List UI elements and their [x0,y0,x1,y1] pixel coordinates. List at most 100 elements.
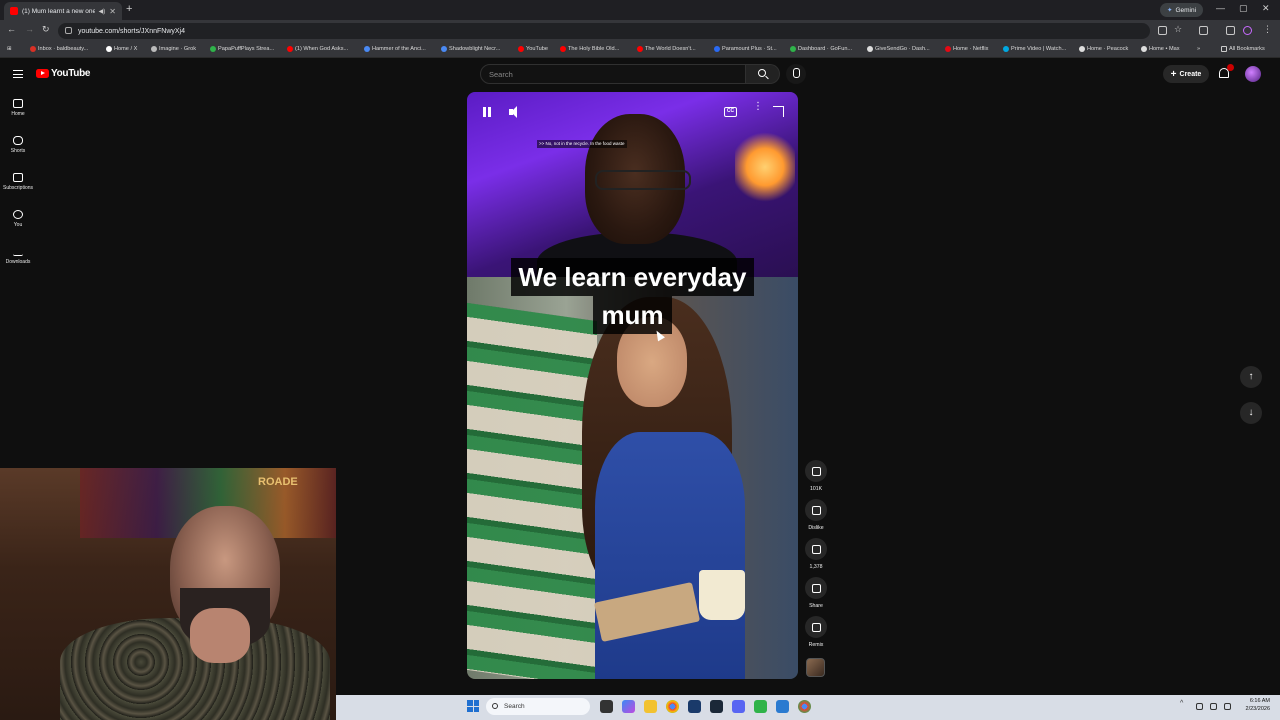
avatar[interactable] [1245,66,1261,82]
bookmark-item[interactable]: Paramount Plus · St... [714,46,777,52]
comment-icon [805,538,827,560]
install-app-icon[interactable] [1158,26,1167,35]
taskbar-search-icon [492,703,498,709]
app-icon[interactable] [688,700,701,713]
discord-icon[interactable] [732,700,745,713]
bookmark-item[interactable]: The Holy Bible Old... [560,46,619,52]
more-options-icon[interactable]: ⋮ [753,102,763,119]
dislike-label: Dislike [808,525,824,531]
search-button[interactable] [746,64,780,84]
bookmark-item[interactable]: PapaPuffPlays Strea... [210,46,274,52]
forward-icon[interactable]: → [25,24,34,34]
bookmark-item[interactable]: Imagine · Grok [151,46,196,52]
next-short-button[interactable]: ↓ [1240,402,1262,424]
window-close-icon[interactable]: ✕ [1262,3,1270,14]
all-bookmarks-button[interactable]: All Bookmarks [1221,46,1265,52]
like-button[interactable]: 101K [803,460,829,492]
previous-short-button[interactable]: ↑ [1240,366,1262,388]
guide-label: Shorts [10,148,26,154]
guide-item-you[interactable]: You [0,210,36,228]
bookmark-item[interactable]: The World Doesn't... [637,46,696,52]
search-input[interactable]: Search [480,64,746,84]
tab-close-icon[interactable]: ✕ [109,7,116,16]
gemini-button[interactable]: ✦ Gemini [1160,3,1204,17]
copilot-icon[interactable] [622,700,635,713]
browser-tab-active[interactable]: (1) Mum learnt a new one ◀) ✕ [4,2,122,20]
address-bar[interactable]: youtube.com/shorts/JXnnFNwyXj4 [58,23,1150,39]
apps-grid-icon[interactable]: ⊞ [7,46,12,52]
profile-icon[interactable] [1243,26,1252,35]
captions-button[interactable]: CC [724,107,737,117]
bookmark-item[interactable]: Home • Max [1141,46,1180,52]
dislike-button[interactable]: Dislike [803,499,829,531]
microphone-tray-icon[interactable] [1196,703,1203,710]
side-panel-icon[interactable] [1199,26,1208,35]
hamburger-menu-icon[interactable] [13,70,23,78]
bookmark-item[interactable]: Home · Peacock [1079,46,1128,52]
new-tab-button[interactable]: + [126,3,132,15]
bookmark-item[interactable]: GiveSendGo · Dash... [867,46,930,52]
windows-start-icon[interactable] [467,700,479,712]
video-lamp [735,132,795,202]
back-icon[interactable]: ← [7,24,16,34]
minimize-icon[interactable]: — [1216,3,1225,13]
app-icon[interactable] [776,700,789,713]
fullscreen-icon[interactable] [773,106,784,117]
volume-icon[interactable] [507,105,521,119]
reload-icon[interactable]: ↻ [42,24,50,35]
tray-overflow-icon[interactable]: ^ [1180,700,1183,707]
volume-tray-icon[interactable] [1224,703,1231,710]
caption-line-1: We learn everyday [510,258,755,296]
plus-icon: + [1170,68,1177,80]
chrome-icon[interactable] [666,700,679,713]
download-icon [13,247,23,256]
wifi-icon[interactable] [1210,703,1217,710]
notification-badge [1227,64,1234,71]
site-info-icon[interactable] [65,27,72,34]
channel-avatar[interactable] [806,658,825,677]
bookmark-item[interactable]: Hammer of the Anci... [364,46,426,52]
menu-kebab-icon[interactable]: ⋮ [1263,24,1272,35]
bookmarks-bar: ⊞ Inbox · baldbeauty... Home / X Imagine… [0,42,1280,58]
share-button[interactable]: Share [803,577,829,609]
video-store-shelves [467,302,597,679]
guide-item-downloads[interactable]: Downloads [0,247,36,265]
bookmark-item[interactable]: Home / X [106,46,137,52]
bookmark-item[interactable]: Prime Video | Watch... [1003,46,1066,52]
guide-item-subscriptions[interactable]: Subscriptions [0,173,36,191]
file-explorer-icon[interactable] [644,700,657,713]
bookmark-item[interactable]: Home · Netflix [945,46,988,52]
steam-icon[interactable] [710,700,723,713]
taskbar-clock[interactable]: 6:16 AM 2/23/2026 [1240,697,1270,713]
remix-button[interactable]: Remix [803,616,829,648]
like-icon [805,460,827,482]
extensions-icon[interactable] [1226,26,1235,35]
bookmark-item[interactable]: Inbox · baldbeauty... [30,46,88,52]
guide-item-home[interactable]: Home [0,99,36,117]
shorts-video-player[interactable]: >> No, not in the recycle. In the food w… [467,92,798,679]
webcam-poster-text: ROADE [258,476,298,488]
voice-search-button[interactable] [786,64,806,84]
app-icon[interactable] [754,700,767,713]
maximize-icon[interactable]: ▢ [1239,3,1248,14]
taskbar-search[interactable]: Search [486,698,590,715]
bookmark-item[interactable]: YouTube [518,46,548,52]
create-label: Create [1179,70,1202,78]
tab-audio-icon[interactable]: ◀) [99,8,106,15]
bookmark-item[interactable]: (1) When God Asks... [287,46,348,52]
guide-label: You [13,222,23,228]
guide-label: Subscriptions [2,185,33,191]
video-caption: We learn everyday mum [467,258,798,334]
youtube-logo[interactable]: YouTube [36,68,91,79]
bookmark-item[interactable]: Shadowblight Necr... [441,46,500,52]
task-view-icon[interactable] [600,700,613,713]
pause-icon[interactable] [480,105,494,119]
guide-item-shorts[interactable]: Shorts [0,136,36,154]
chrome-active-icon[interactable] [798,700,811,713]
comments-button[interactable]: 1,378 [803,538,829,570]
youtube-play-icon [36,69,49,78]
create-button[interactable]: + Create [1163,65,1209,83]
bookmark-item[interactable]: Dashboard · GoFun... [790,46,852,52]
bookmark-star-icon[interactable]: ☆ [1174,24,1182,35]
more-bookmarks-icon[interactable]: » [1197,46,1200,52]
